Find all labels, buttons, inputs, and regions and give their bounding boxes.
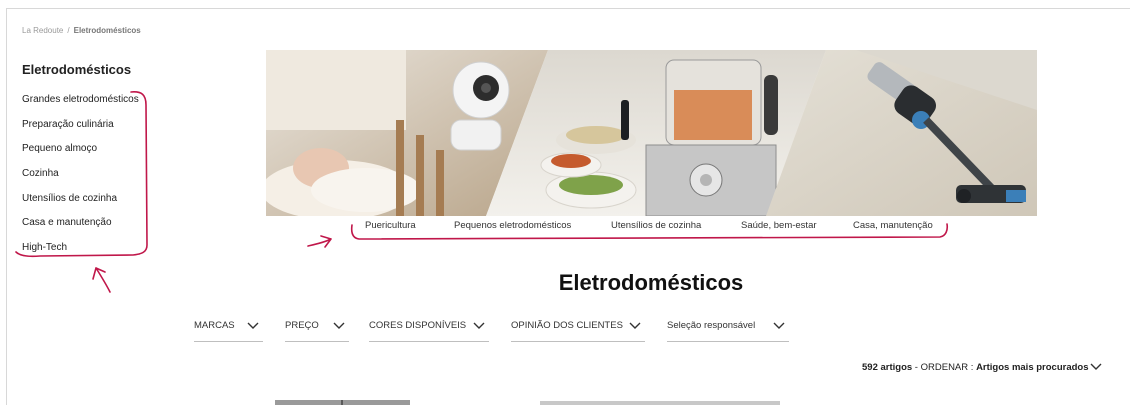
chevron-down-icon — [333, 322, 345, 329]
sidebar-title: Eletrodomésticos — [22, 62, 132, 77]
chevron-down-icon[interactable] — [1090, 361, 1102, 371]
sidebar-item-preparacao-culinaria[interactable]: Preparação culinária — [22, 118, 139, 143]
breadcrumb-current: Eletrodomésticos — [73, 26, 141, 35]
category-link-saude-bem-estar[interactable]: Saúde, bem-estar — [741, 220, 817, 231]
breadcrumb-separator: / — [67, 26, 70, 35]
chevron-down-icon — [247, 322, 259, 329]
product-thumbnail[interactable] — [540, 401, 780, 405]
page-title: Eletrodomésticos — [558, 270, 744, 295]
breadcrumb-root-link[interactable]: La Redoute — [22, 26, 63, 35]
product-thumbnail[interactable] — [275, 400, 410, 405]
filter-opiniao-clientes[interactable]: OPINIÃO DOS CLIENTES — [511, 318, 645, 342]
sidebar-item-utensilios-de-cozinha[interactable]: Utensílios de cozinha — [22, 192, 139, 217]
sidebar-item-pequeno-almoco[interactable]: Pequeno almoço — [22, 142, 139, 167]
filter-opiniao-label: OPINIÃO DOS CLIENTES — [511, 320, 623, 331]
filter-marcas[interactable]: MARCAS — [194, 318, 263, 342]
filter-marcas-label: MARCAS — [194, 320, 235, 331]
category-link-casa-manutencao[interactable]: Casa, manutenção — [853, 220, 933, 231]
category-links: Puericultura Pequenos eletrodomésticos U… — [0, 220, 1130, 234]
filter-selecao-responsavel[interactable]: Seleção responsável — [667, 318, 789, 342]
results-summary: 592 artigos - ORDENAR : Artigos mais pro… — [862, 362, 1089, 373]
sidebar-item-grandes-eletrodomesticos[interactable]: Grandes eletrodomésticos — [22, 93, 139, 118]
sidebar-item-cozinha[interactable]: Cozinha — [22, 167, 139, 192]
filter-cores-label: CORES DISPONÍVEIS — [369, 320, 467, 331]
sort-select-value[interactable]: Artigos mais procurados — [976, 362, 1088, 373]
chevron-down-icon — [773, 322, 785, 329]
sidebar-item-high-tech[interactable]: High-Tech — [22, 241, 139, 266]
category-link-pequenos-eletrodomesticos[interactable]: Pequenos eletrodomésticos — [454, 220, 571, 231]
category-link-utensilios-de-cozinha[interactable]: Utensílios de cozinha — [611, 220, 701, 231]
sort-prefix: ORDENAR : — [920, 362, 977, 373]
filter-selecao-label: Seleção responsável — [667, 320, 756, 331]
filter-preco[interactable]: PREÇO — [285, 318, 349, 342]
filter-preco-label: PREÇO — [285, 320, 319, 331]
chevron-down-icon — [473, 322, 485, 329]
results-separator: - — [912, 362, 921, 373]
hero-banner[interactable] — [266, 50, 1037, 216]
results-count: 592 artigos — [862, 362, 913, 373]
category-link-puericultura[interactable]: Puericultura — [365, 220, 416, 231]
chevron-down-icon — [629, 322, 641, 329]
breadcrumb: La Redoute / Eletrodomésticos — [22, 26, 141, 35]
sidebar-category-list: Grandes eletrodomésticos Preparação culi… — [22, 93, 139, 266]
filter-cores-disponiveis[interactable]: CORES DISPONÍVEIS — [369, 318, 489, 342]
